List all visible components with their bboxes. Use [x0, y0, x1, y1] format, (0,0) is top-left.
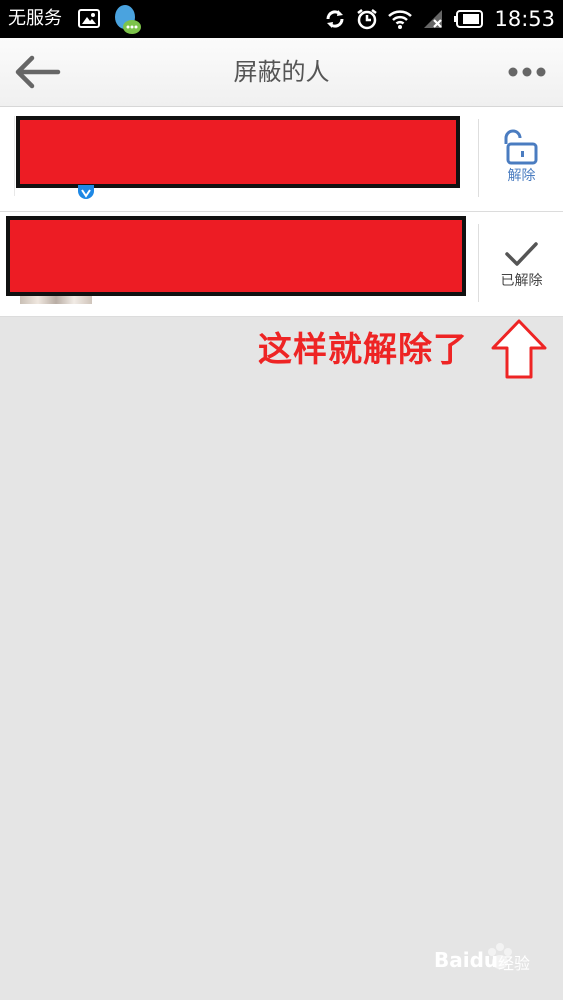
sync-icon — [326, 10, 344, 28]
watermark-suffix: 经验 — [498, 954, 531, 973]
annotation-text: 这样就解除了 — [258, 330, 468, 370]
unlock-icon — [504, 129, 538, 165]
blocked-user-row: 已解除 — [0, 212, 563, 317]
more-options-icon[interactable] — [507, 60, 547, 84]
row-divider — [478, 119, 479, 197]
unblock-label: 解除 — [507, 168, 536, 184]
redacted-user-info — [6, 216, 466, 296]
carrier-text: 无服务 — [8, 8, 62, 29]
row-divider — [478, 224, 479, 302]
battery-icon — [454, 10, 484, 28]
alarm-clock-icon — [357, 9, 378, 30]
clock-time: 18:53 — [494, 7, 555, 31]
checkmark-icon — [505, 242, 538, 266]
qq-notification-icon — [112, 3, 142, 35]
watermark-brand: Baidu — [434, 948, 499, 972]
blocked-user-row: 解除 — [0, 107, 563, 212]
no-signal-icon — [424, 10, 443, 28]
unblocked-status: 已解除 — [480, 212, 563, 316]
unblocked-label: 已解除 — [500, 273, 543, 289]
status-bar: 无服务 18:53 — [0, 0, 563, 38]
image-notification-icon — [78, 9, 100, 28]
page-title: 屏蔽的人 — [233, 58, 330, 86]
title-bar: 屏蔽的人 — [0, 38, 563, 107]
avatar — [20, 296, 92, 304]
wifi-icon — [388, 10, 413, 29]
unblock-button[interactable]: 解除 — [480, 107, 563, 211]
arrow-up-icon — [491, 319, 547, 379]
redacted-user-info — [16, 116, 460, 188]
verified-badge-icon — [78, 185, 94, 199]
